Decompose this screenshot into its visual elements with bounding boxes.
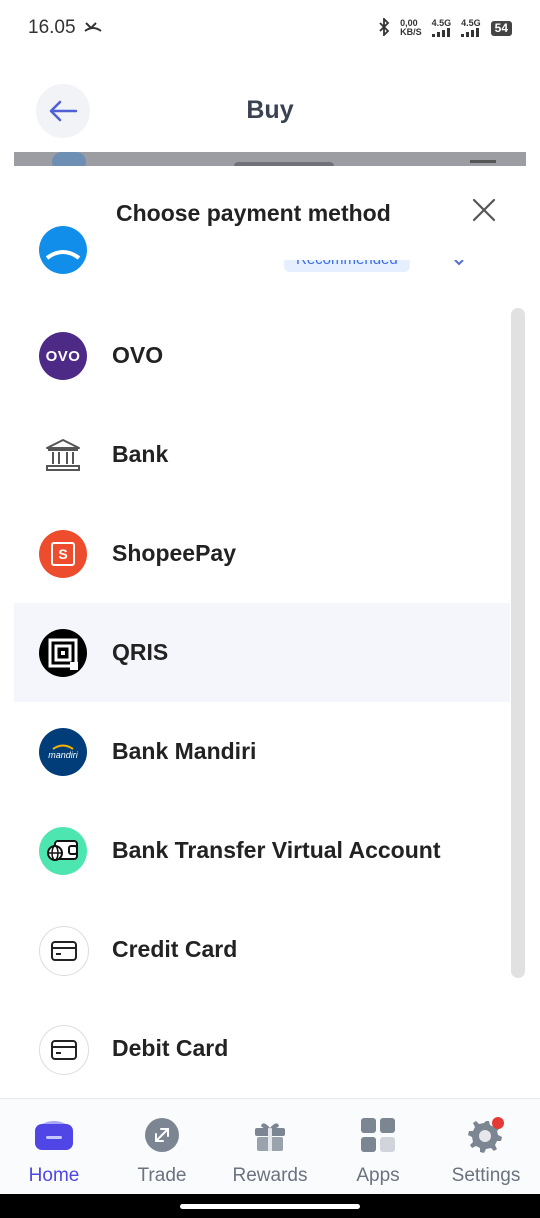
chevron-down-icon	[454, 260, 464, 266]
bank-building-icon	[39, 431, 87, 479]
nav-label: Apps	[356, 1165, 400, 1186]
close-icon	[472, 198, 496, 222]
dana-logo-icon	[39, 226, 87, 282]
payment-option-credit-card[interactable]: Credit Card	[14, 900, 510, 999]
home-wallet-icon	[34, 1115, 74, 1155]
payment-option-label: Debit Card	[112, 1035, 229, 1061]
qris-logo-icon	[39, 629, 87, 677]
mandiri-logo-icon: mandiri	[39, 728, 87, 776]
payment-option-label: Bank Transfer Virtual Account	[112, 837, 441, 863]
trade-icon	[142, 1115, 182, 1155]
net-speed: 0,00 KB/S	[400, 18, 422, 37]
gift-icon	[250, 1115, 290, 1155]
home-indicator[interactable]	[180, 1204, 360, 1209]
missed-call-icon	[83, 17, 102, 39]
payment-option-label: ShopeePay	[112, 540, 236, 566]
nav-trade[interactable]: Trade	[108, 1099, 216, 1195]
bluetooth-icon	[378, 16, 390, 38]
ovo-logo-icon: OVO	[39, 332, 87, 380]
payment-option-label: Credit Card	[112, 936, 238, 962]
nav-home[interactable]: Home	[0, 1099, 108, 1195]
payment-option-label: OVO	[112, 342, 164, 368]
signal-icon-2: 4.5G	[461, 19, 481, 37]
status-bar: 16.05 0,00 KB/S 4.5G 4.5G 54	[0, 0, 540, 56]
scrollbar[interactable]	[511, 308, 525, 978]
nav-label: Settings	[451, 1165, 521, 1186]
nav-settings[interactable]: Settings	[432, 1099, 540, 1195]
nav-apps[interactable]: Apps	[324, 1099, 432, 1195]
apps-grid-icon	[358, 1115, 398, 1155]
nav-label: Rewards	[232, 1165, 308, 1186]
payment-method-sheet: Choose payment method Dana Recommended O…	[14, 166, 526, 1098]
payment-option-dana[interactable]: Dana Recommended	[14, 226, 510, 286]
payment-option-label: Bank Mandiri	[112, 738, 257, 764]
payment-option-shopeepay[interactable]: S ShopeePay	[14, 504, 510, 603]
payment-option-label: Dana	[112, 240, 169, 266]
card-icon	[39, 926, 89, 976]
bottom-navigation: Home Trade Rewards Apps Settings	[0, 1098, 540, 1195]
close-button[interactable]	[470, 196, 498, 224]
status-right: 0,00 KB/S 4.5G 4.5G 54	[378, 16, 512, 38]
payment-option-bank-mandiri[interactable]: mandiri Bank Mandiri	[14, 702, 510, 801]
virtual-account-icon	[39, 827, 87, 875]
recommended-badge: Recommended	[284, 260, 410, 272]
shopeepay-logo-icon: S	[39, 530, 87, 578]
nav-label: Home	[28, 1165, 80, 1186]
status-left: 16.05	[28, 17, 102, 39]
payment-option-label: QRIS	[112, 639, 169, 665]
payment-option-qris[interactable]: QRIS	[14, 603, 510, 702]
page-title: Buy	[246, 96, 294, 124]
sheet-title: Choose payment method	[116, 200, 391, 226]
clock: 16.05	[28, 17, 76, 38]
page-header: Buy	[0, 72, 540, 152]
system-gesture-bar	[0, 1194, 540, 1218]
gear-icon	[466, 1115, 506, 1155]
battery-indicator: 54	[490, 20, 512, 36]
signal-icon: 4.5G	[431, 19, 451, 37]
payment-option-virtual-account[interactable]: Bank Transfer Virtual Account	[14, 801, 510, 900]
payment-option-debit-card[interactable]: Debit Card	[14, 999, 510, 1098]
card-icon	[39, 1025, 89, 1075]
nav-label: Trade	[137, 1165, 187, 1186]
payment-option-label: Bank	[112, 441, 169, 467]
payment-option-bank[interactable]: Bank	[14, 405, 510, 504]
payment-option-ovo[interactable]: OVO OVO	[14, 306, 510, 405]
nav-rewards[interactable]: Rewards	[216, 1099, 324, 1195]
